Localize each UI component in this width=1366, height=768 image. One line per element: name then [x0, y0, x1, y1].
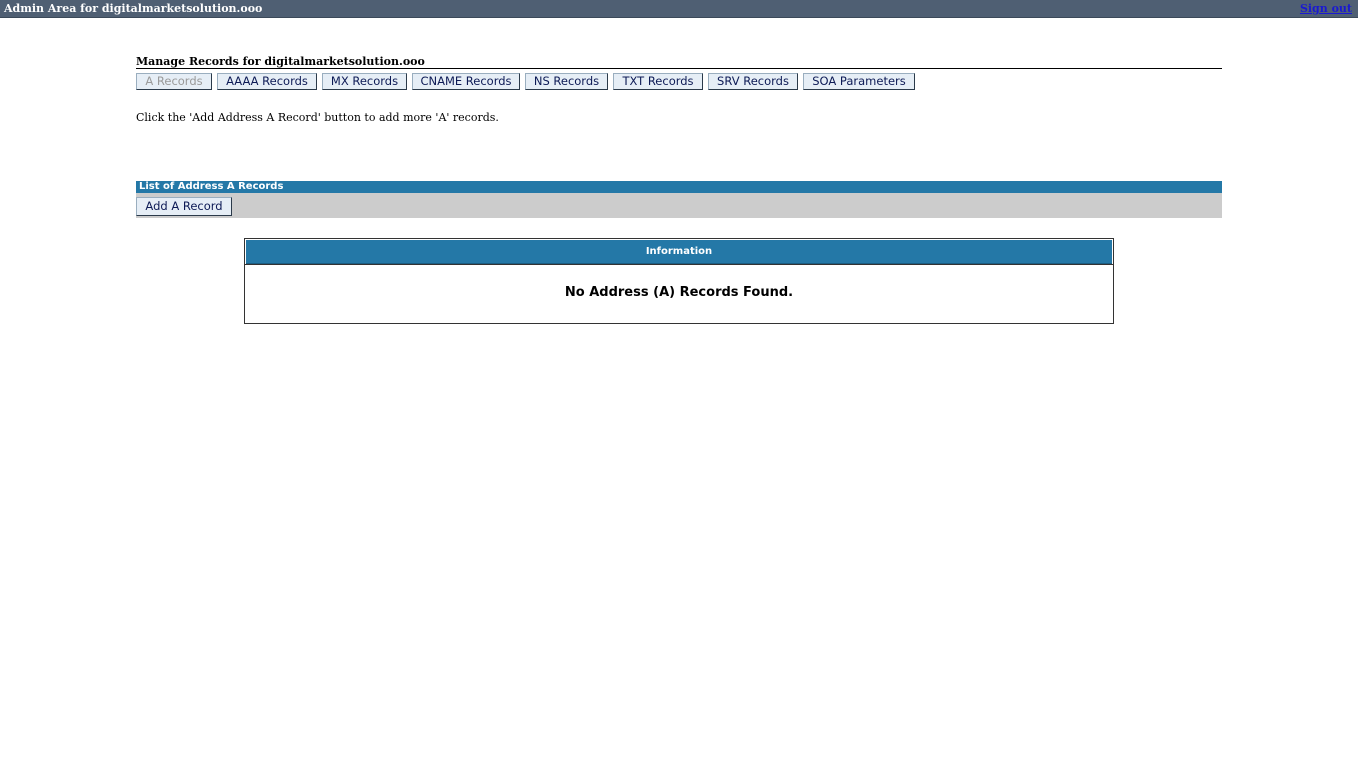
- title-divider: [136, 68, 1222, 69]
- page-title: Manage Records for digitalmarketsolution…: [136, 55, 425, 68]
- records-section-header: List of Address A Records: [136, 181, 1222, 193]
- sign-out-link[interactable]: Sign out: [1300, 2, 1352, 15]
- tab-srv-records[interactable]: SRV Records: [708, 73, 798, 90]
- add-a-record-button[interactable]: Add A Record: [136, 197, 232, 216]
- records-toolbar: Add A Record: [136, 193, 1222, 218]
- tab-a-records: A Records: [136, 73, 212, 90]
- instruction-text: Click the 'Add Address A Record' button …: [136, 111, 499, 124]
- tab-ns-records[interactable]: NS Records: [525, 73, 608, 90]
- tab-soa-parameters[interactable]: SOA Parameters: [803, 73, 915, 90]
- information-heading: Information: [246, 240, 1112, 264]
- information-panel: Information No Address (A) Records Found…: [244, 238, 1114, 324]
- no-records-message: No Address (A) Records Found.: [245, 264, 1113, 323]
- records-section-title: List of Address A Records: [139, 181, 284, 192]
- tab-mx-records[interactable]: MX Records: [322, 73, 407, 90]
- top-bar: Admin Area for digitalmarketsolution.ooo…: [0, 0, 1358, 18]
- tab-aaaa-records[interactable]: AAAA Records: [217, 73, 317, 90]
- admin-area-title: Admin Area for digitalmarketsolution.ooo: [4, 2, 263, 15]
- tab-cname-records[interactable]: CNAME Records: [412, 73, 520, 90]
- tab-txt-records[interactable]: TXT Records: [613, 73, 703, 90]
